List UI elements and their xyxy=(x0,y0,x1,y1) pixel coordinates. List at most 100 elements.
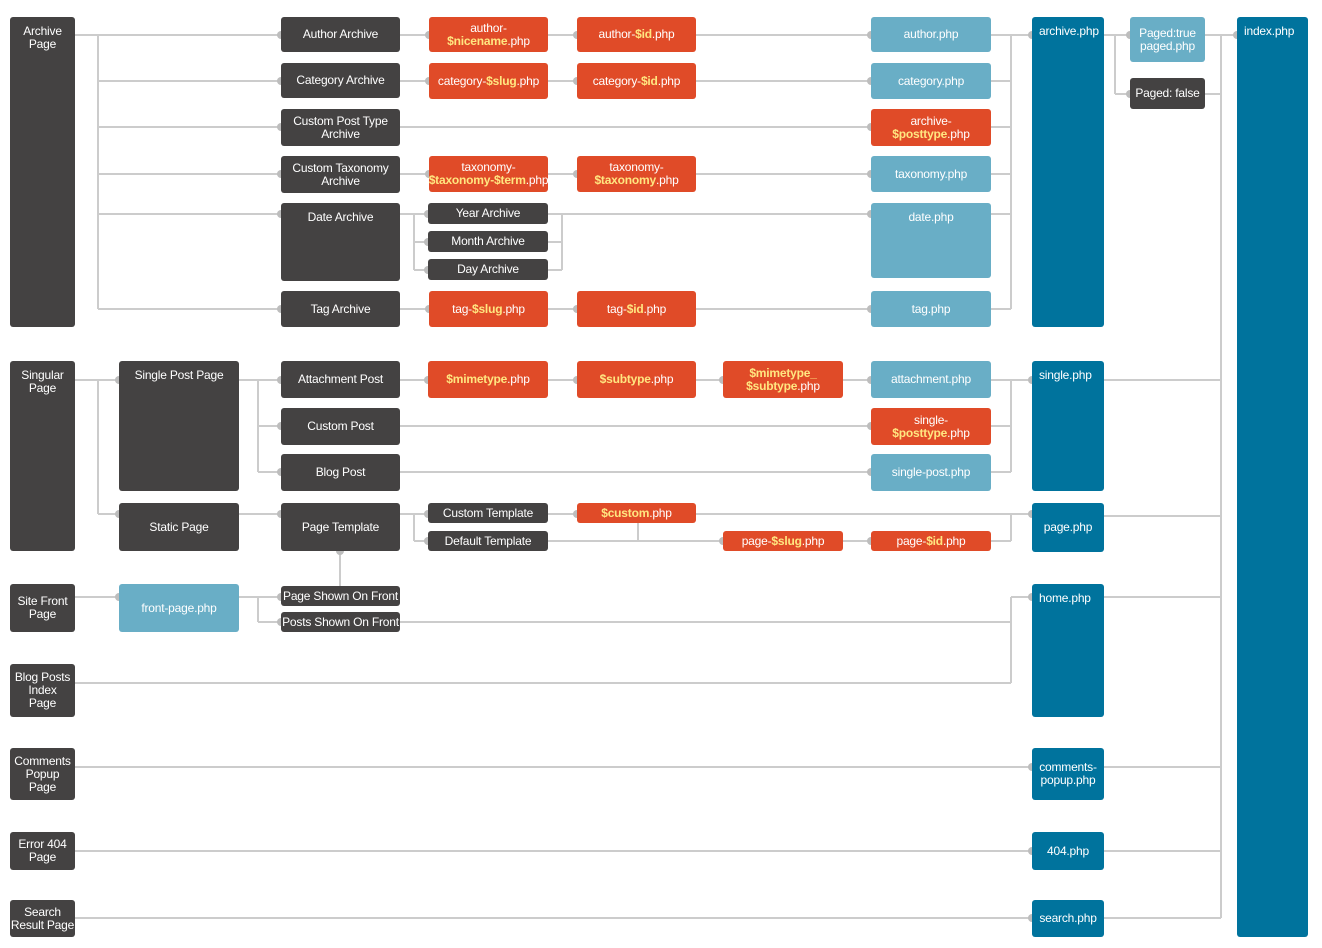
label-text: Blog Posts xyxy=(14,670,71,684)
node-label-line: date.php xyxy=(908,211,953,224)
node-taxonomy-term: taxonomy- $taxonomy-$term.php xyxy=(428,156,549,192)
label-text: index.php xyxy=(1244,24,1295,38)
node-label-line: Date Archive xyxy=(308,211,374,224)
label-text: single.php xyxy=(1039,368,1092,382)
variable-text: $mimetype xyxy=(446,372,508,386)
node-label-line: Attachment Post xyxy=(298,373,383,386)
label-text: .php xyxy=(507,372,530,386)
variable-text: $subtype xyxy=(746,378,798,393)
label-text: Page Template xyxy=(301,519,380,534)
node-label-line: tag-$id.php xyxy=(606,301,666,316)
node-label-line: 404.php xyxy=(1047,843,1089,858)
label-text: comments- xyxy=(1039,760,1097,774)
label-text: page.php xyxy=(1043,520,1093,534)
node-label-line: home.php xyxy=(1039,592,1091,605)
node-label-line: Page xyxy=(29,780,56,794)
node-label-line: Page xyxy=(29,38,56,51)
node-label-line: Page Shown On Front xyxy=(283,589,398,603)
node-label-line: Day Archive xyxy=(457,263,519,276)
label-text: 404.php xyxy=(1047,843,1089,858)
variable-text: $id xyxy=(926,533,943,548)
node-label-line: Page xyxy=(29,851,56,864)
label-text: .php xyxy=(942,533,966,548)
label-text: .php xyxy=(650,372,674,386)
node-singular-page: Singular Page xyxy=(10,361,75,551)
node-label-line: search.php xyxy=(1039,912,1097,925)
variable-text: $taxonomy-$term xyxy=(428,173,526,187)
variable-text: $taxonomy xyxy=(594,173,656,187)
variable-text: $custom xyxy=(601,505,650,520)
node-label-line: Author Archive xyxy=(303,28,378,41)
variable-text: $slug xyxy=(771,533,802,548)
variable-text: $id xyxy=(635,27,652,41)
node-label-line: Single Post Page xyxy=(135,369,224,382)
label-text: .php xyxy=(507,33,530,48)
label-text: .php xyxy=(656,173,679,187)
node-home-php: home.php xyxy=(1032,584,1104,717)
variable-text: $posttype xyxy=(892,126,948,141)
label-text: author.php xyxy=(903,27,959,41)
variable-text: $slug xyxy=(486,73,517,88)
label-text: Month Archive xyxy=(451,234,525,248)
node-label-line: tag.php xyxy=(912,302,951,316)
label-text: Paged: false xyxy=(1135,86,1200,100)
label-text: .php xyxy=(502,301,525,316)
label-text: Author Archive xyxy=(302,27,379,41)
label-text: Search xyxy=(24,904,61,919)
label-text: Page xyxy=(28,607,57,621)
label-text: Comments xyxy=(14,753,71,768)
node-label-line: attachment.php xyxy=(891,373,971,386)
node-label-line: taxonomy.php xyxy=(895,167,967,181)
node-label-line: page-$slug.php xyxy=(742,533,825,548)
node-label-line: Page Template xyxy=(301,519,380,534)
node-label-line: Default Template xyxy=(444,533,532,548)
node-day-archive: Day Archive xyxy=(428,259,548,280)
node-label-line: Page xyxy=(29,697,56,710)
label-text: Date Archive xyxy=(307,210,374,224)
label-text: Page xyxy=(28,696,57,710)
node-default-template: Default Template xyxy=(428,531,548,551)
node-custom-php: $custom.php xyxy=(577,503,696,523)
node-page-id: page-$id.php xyxy=(871,531,991,551)
node-author-php: author.php xyxy=(871,17,991,52)
variable-text: $id xyxy=(640,73,658,88)
variable-text: $id xyxy=(626,301,644,316)
node-category-archive: Category Archive xyxy=(281,63,400,98)
node-page-template: Page Template xyxy=(281,503,400,551)
label-text: tag- xyxy=(452,301,472,316)
label-text: Archive xyxy=(321,173,360,188)
node-attachment-php: attachment.php xyxy=(871,361,991,398)
node-cpt-archive: Custom Post Type Archive xyxy=(281,109,400,146)
node-label-line: $taxonomy.php xyxy=(594,174,678,187)
node-mimetype-subtype: $mimetype_ $subtype.php xyxy=(723,361,843,398)
label-text: Year Archive xyxy=(455,206,521,220)
node-single-post-page: Single Post Page xyxy=(119,361,239,491)
node-static-page: Static Page xyxy=(119,503,239,551)
node-paged-false: Paged: false xyxy=(1130,78,1205,109)
node-label-line: $subtype.php xyxy=(600,373,674,386)
label-text: attachment.php xyxy=(891,372,971,386)
node-label-line: Blog Post xyxy=(316,466,366,479)
label-text: Page xyxy=(28,381,57,395)
label-text: Singular xyxy=(21,368,64,382)
node-site-front-page: Site Front Page xyxy=(10,584,75,632)
node-category-id: category-$id.php xyxy=(577,63,696,99)
label-text: Popup xyxy=(25,766,60,781)
node-label-line: Archive xyxy=(321,127,360,141)
node-label-line: Custom Template xyxy=(443,506,533,520)
node-comments-popup-page: Comments Popup Page xyxy=(10,748,75,800)
label-text: Default Template xyxy=(444,533,532,548)
label-text: Custom Taxonomy xyxy=(292,160,389,175)
node-month-archive: Month Archive xyxy=(428,231,548,252)
label-text: tag- xyxy=(606,301,627,316)
node-author-id: author-$id.php xyxy=(577,17,696,52)
node-label-line: $mimetype.php xyxy=(446,372,530,386)
node-label-line: Page xyxy=(29,382,56,395)
node-paged-true: Paged:true paged.php xyxy=(1130,17,1205,62)
label-text: date.php xyxy=(908,210,954,224)
node-label-line: $subtype.php xyxy=(746,378,820,393)
label-text: Page xyxy=(28,850,57,864)
node-single-post-php: single-post.php xyxy=(871,454,991,491)
node-blog-posts-index: Blog Posts Index Page xyxy=(10,664,75,717)
node-blog-post: Blog Post xyxy=(281,454,400,491)
